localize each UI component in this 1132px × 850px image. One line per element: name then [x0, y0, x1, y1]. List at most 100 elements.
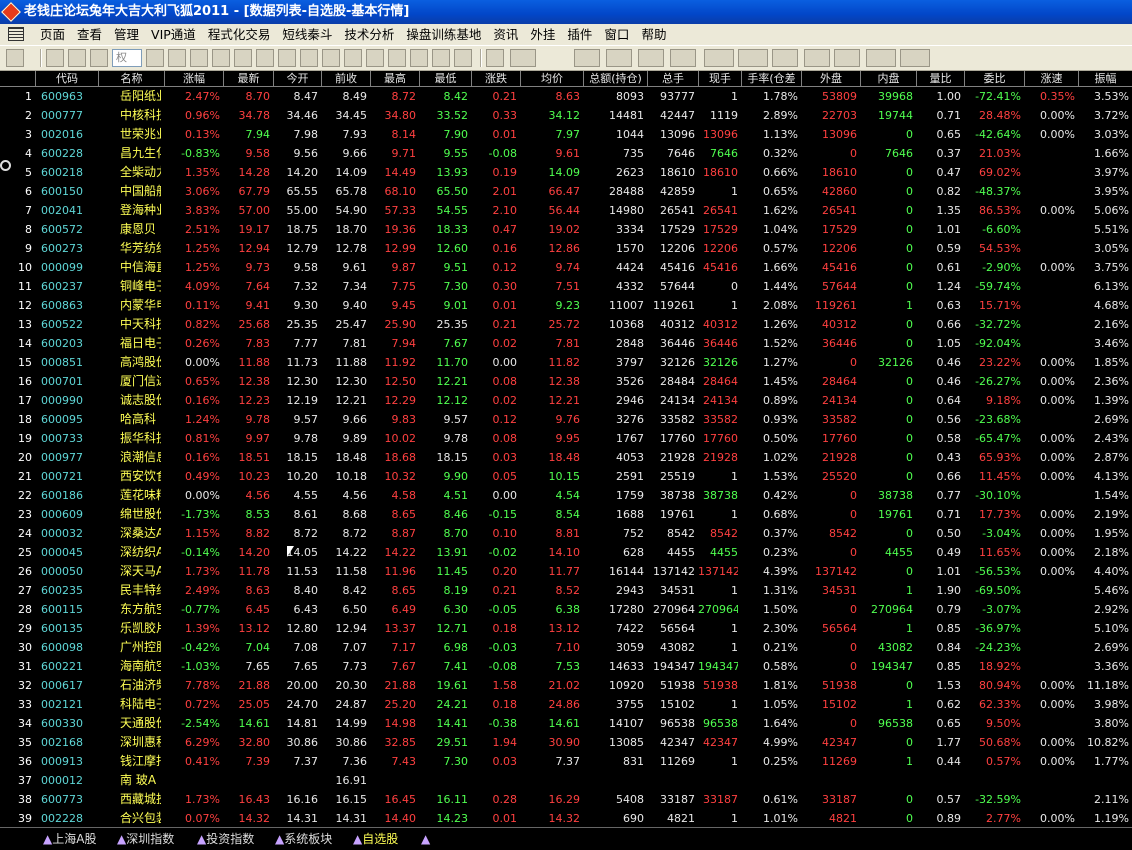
table-row[interactable]: 31 600221 海南航空 -1.03% 7.65 7.65 7.73 7.67 7.41 -0…: [0, 657, 1132, 676]
tab-2[interactable]: ▲投资指数: [194, 830, 257, 849]
menu-item-7[interactable]: 操盘训练基地: [400, 24, 487, 45]
layout6-tool-icon[interactable]: [454, 49, 472, 67]
move-tool-icon[interactable]: [68, 49, 86, 67]
menu-item-9[interactable]: 外挂: [524, 24, 561, 45]
col-header-4[interactable]: 今开: [273, 71, 321, 86]
col-header-13[interactable]: 手率(仓差: [741, 71, 801, 86]
table-row[interactable]: 13 600522 中天科技 0.82% 25.68 25.35 25.47 25.90 25.…: [0, 315, 1132, 334]
menu-item-12[interactable]: 帮助: [635, 24, 672, 45]
table-row[interactable]: 3 002016 世荣兆业 0.13% 7.94 7.98 7.93 8.14 7.90 0.01…: [0, 125, 1132, 144]
rights-combo[interactable]: 权: [112, 49, 142, 67]
title-bar[interactable]: 老钱庄论坛兔年大吉大利飞狐2011 - [数据列表-自选股-基本行情]: [0, 0, 1132, 24]
tab-4[interactable]: ▲自选股: [350, 830, 401, 849]
line-tool-icon[interactable]: [510, 49, 536, 67]
table-row[interactable]: 39 002228 合兴包装 0.07% 14.32 14.31 14.31 14.40 14.…: [0, 809, 1132, 827]
tab-1[interactable]: ▲深圳指数: [114, 830, 177, 849]
col-header-0[interactable]: 代码: [35, 71, 98, 86]
col-header-9[interactable]: 均价: [520, 71, 583, 86]
layout4-tool-icon[interactable]: [410, 49, 428, 67]
bars-tool-icon[interactable]: [574, 49, 600, 67]
search-tool-icon[interactable]: [256, 49, 274, 67]
alarm-tool-icon[interactable]: [300, 49, 318, 67]
table-row[interactable]: 29600135乐凯胶片1.39%13.1212.8012.9413.3712.…: [0, 619, 1132, 638]
table-row[interactable]: 7 002041 登海种业 3.83% 57.00 55.00 54.90 57.33 54.5…: [0, 201, 1132, 220]
arrow-tool-icon[interactable]: [804, 49, 830, 67]
table-row[interactable]: 36 000913 钱江摩托 0.41% 7.39 7.37 7.36 7.43 7.30 0.0…: [0, 752, 1132, 771]
dotgrid-tool-icon[interactable]: [866, 49, 896, 67]
pointer-tool-icon[interactable]: [486, 49, 504, 67]
table-row[interactable]: 15 000851 高鸿股份 0.00% 11.88 11.73 11.88 11.92 11.…: [0, 353, 1132, 372]
table-row[interactable]: 38 600773 西藏城投 1.73% 16.43 16.16 16.15 16.45 16.…: [0, 790, 1132, 809]
disk-tool-icon[interactable]: [900, 49, 930, 67]
col-header-10[interactable]: 总额(持仓): [583, 71, 647, 86]
menu-item-1[interactable]: 查看: [71, 24, 108, 45]
parallel-tool-icon[interactable]: [670, 49, 696, 67]
rsi-tool-icon[interactable]: [46, 49, 64, 67]
table-row[interactable]: 30 600098 广州控股 -0.42% 7.04 7.08 7.07 7.17 6.98 -0…: [0, 638, 1132, 657]
table-row[interactable]: 18 600095 哈高科 1.24% 9.78 9.57 9.66 9.83 9.57 0.12…: [0, 410, 1132, 429]
table-row[interactable]: 10 000099 中信海直 1.25% 9.73 9.58 9.61 9.87 9.51 0.1…: [0, 258, 1132, 277]
tab-0[interactable]: ▲上海A股: [40, 830, 99, 849]
tab-5[interactable]: ▲: [418, 830, 433, 849]
vote-tool-icon[interactable]: [322, 49, 340, 67]
table-row[interactable]: 5600218全柴动力1.35%14.2814.2014.0914.4913.9…: [0, 163, 1132, 182]
table-row[interactable]: 27 600235 民丰特纸 2.49% 8.63 8.40 8.42 8.65 8.19 0.2…: [0, 581, 1132, 600]
col-header-5[interactable]: 前收: [321, 71, 370, 86]
col-header-15[interactable]: 内盘: [860, 71, 916, 86]
menu-item-4[interactable]: 程式化交易: [202, 24, 277, 45]
menu-item-2[interactable]: 管理: [108, 24, 145, 45]
menu-item-11[interactable]: 窗口: [598, 24, 635, 45]
table-row[interactable]: 9 600273 华芳纺织 1.25% 12.94 12.79 12.78 12.99 12.6…: [0, 239, 1132, 258]
chart-tool-icon[interactable]: [168, 49, 186, 67]
table-row[interactable]: 19 000733 振华科技 0.81% 9.97 9.78 9.89 10.02 9.78 0.…: [0, 429, 1132, 448]
col-header-16[interactable]: 量比: [916, 71, 964, 86]
table-row[interactable]: 35 002168 深圳惠程 6.29% 32.80 30.86 30.86 32.85 29.…: [0, 733, 1132, 752]
layout1-tool-icon[interactable]: [344, 49, 362, 67]
menu-item-3[interactable]: VIP通道: [145, 24, 202, 45]
home-tool-icon[interactable]: [6, 49, 24, 67]
erase-tool-icon[interactable]: [834, 49, 860, 67]
grid-tool-icon[interactable]: [146, 49, 164, 67]
col-header-11[interactable]: 总手: [647, 71, 698, 86]
layout5-tool-icon[interactable]: [432, 49, 450, 67]
layout2-tool-icon[interactable]: [366, 49, 384, 67]
col-header-12[interactable]: 现手: [698, 71, 741, 86]
pages-tool-icon[interactable]: [234, 49, 252, 67]
table-row[interactable]: 33 002121 科陆电子 0.72% 25.05 24.70 24.87 25.20 24.…: [0, 695, 1132, 714]
col-header-7[interactable]: 最低: [419, 71, 471, 86]
table-row[interactable]: 28 600115 东方航空 -0.77% 6.45 6.43 6.50 6.49 6.30 -0…: [0, 600, 1132, 619]
col-header-14[interactable]: 外盘: [801, 71, 860, 86]
fan-tool-icon[interactable]: [606, 49, 632, 67]
link-tool-icon[interactable]: [90, 49, 108, 67]
list-view-icon[interactable]: [8, 27, 24, 41]
menu-item-6[interactable]: 技术分析: [338, 24, 400, 45]
menu-item-5[interactable]: 短线秦斗: [276, 24, 338, 45]
table-row[interactable]: 21 000721 西安饮食 0.49% 10.23 10.20 10.18 10.32 9.9…: [0, 467, 1132, 486]
table-row[interactable]: 23 000609 绵世股份 -1.73% 8.53 8.61 8.68 8.65 8.46 -0…: [0, 505, 1132, 524]
col-header-1[interactable]: 名称: [98, 71, 164, 86]
col-header-19[interactable]: 振幅: [1078, 71, 1132, 86]
doc-tool-icon[interactable]: [212, 49, 230, 67]
table-row[interactable]: 32 000617 石油济柴 7.78% 21.88 20.00 20.30 21.88 19.…: [0, 676, 1132, 695]
tab-3[interactable]: ▲系统板块: [272, 830, 335, 849]
col-header-6[interactable]: 最高: [370, 71, 419, 86]
table-row[interactable]: 8 600572 康恩贝 2.51% 19.17 18.75 18.70 19.36 18.33…: [0, 220, 1132, 239]
ellipse-tool-icon[interactable]: [738, 49, 768, 67]
table-row[interactable]: 26 000050 深天马A 1.73% 11.78 11.53 11.58 11.96 11.…: [0, 562, 1132, 581]
table-row[interactable]: 16 000701 厦门信达 0.65% 12.38 12.30 12.30 12.50 12.…: [0, 372, 1132, 391]
save-tool-icon[interactable]: [278, 49, 296, 67]
menu-item-8[interactable]: 资讯: [487, 24, 524, 45]
table-row[interactable]: 34 600330 天通股份 -2.54% 14.61 14.81 14.99 14.98 14…: [0, 714, 1132, 733]
table-row[interactable]: 20 000977 浪潮信息 0.16% 18.51 18.15 18.48 18.68 18.…: [0, 448, 1132, 467]
text-tool-icon[interactable]: [772, 49, 798, 67]
table-row[interactable]: 24 000032 深桑达A 1.15% 8.82 8.72 8.72 8.87 8.70 0.1…: [0, 524, 1132, 543]
menu-item-10[interactable]: 插件: [561, 24, 598, 45]
book-tool-icon[interactable]: [190, 49, 208, 67]
table-row[interactable]: 12 600863 内蒙华电 0.11% 9.41 9.30 9.40 9.45 9.01 0.0…: [0, 296, 1132, 315]
layout3-tool-icon[interactable]: [388, 49, 406, 67]
table-row[interactable]: 4600228昌九生化-0.83%9.589.569.669.719.55-0.…: [0, 144, 1132, 163]
table-row[interactable]: 14 600203 福日电子 0.26% 7.83 7.77 7.81 7.94 7.67 0.0…: [0, 334, 1132, 353]
table-row[interactable]: 17 000990 诚志股份 0.16% 12.23 12.19 12.21 12.29 12.…: [0, 391, 1132, 410]
table-row[interactable]: 22 600186 莲花味精 0.00% 4.56 4.55 4.56 4.58 4.51 0.0…: [0, 486, 1132, 505]
col-header-8[interactable]: 涨跌: [471, 71, 520, 86]
